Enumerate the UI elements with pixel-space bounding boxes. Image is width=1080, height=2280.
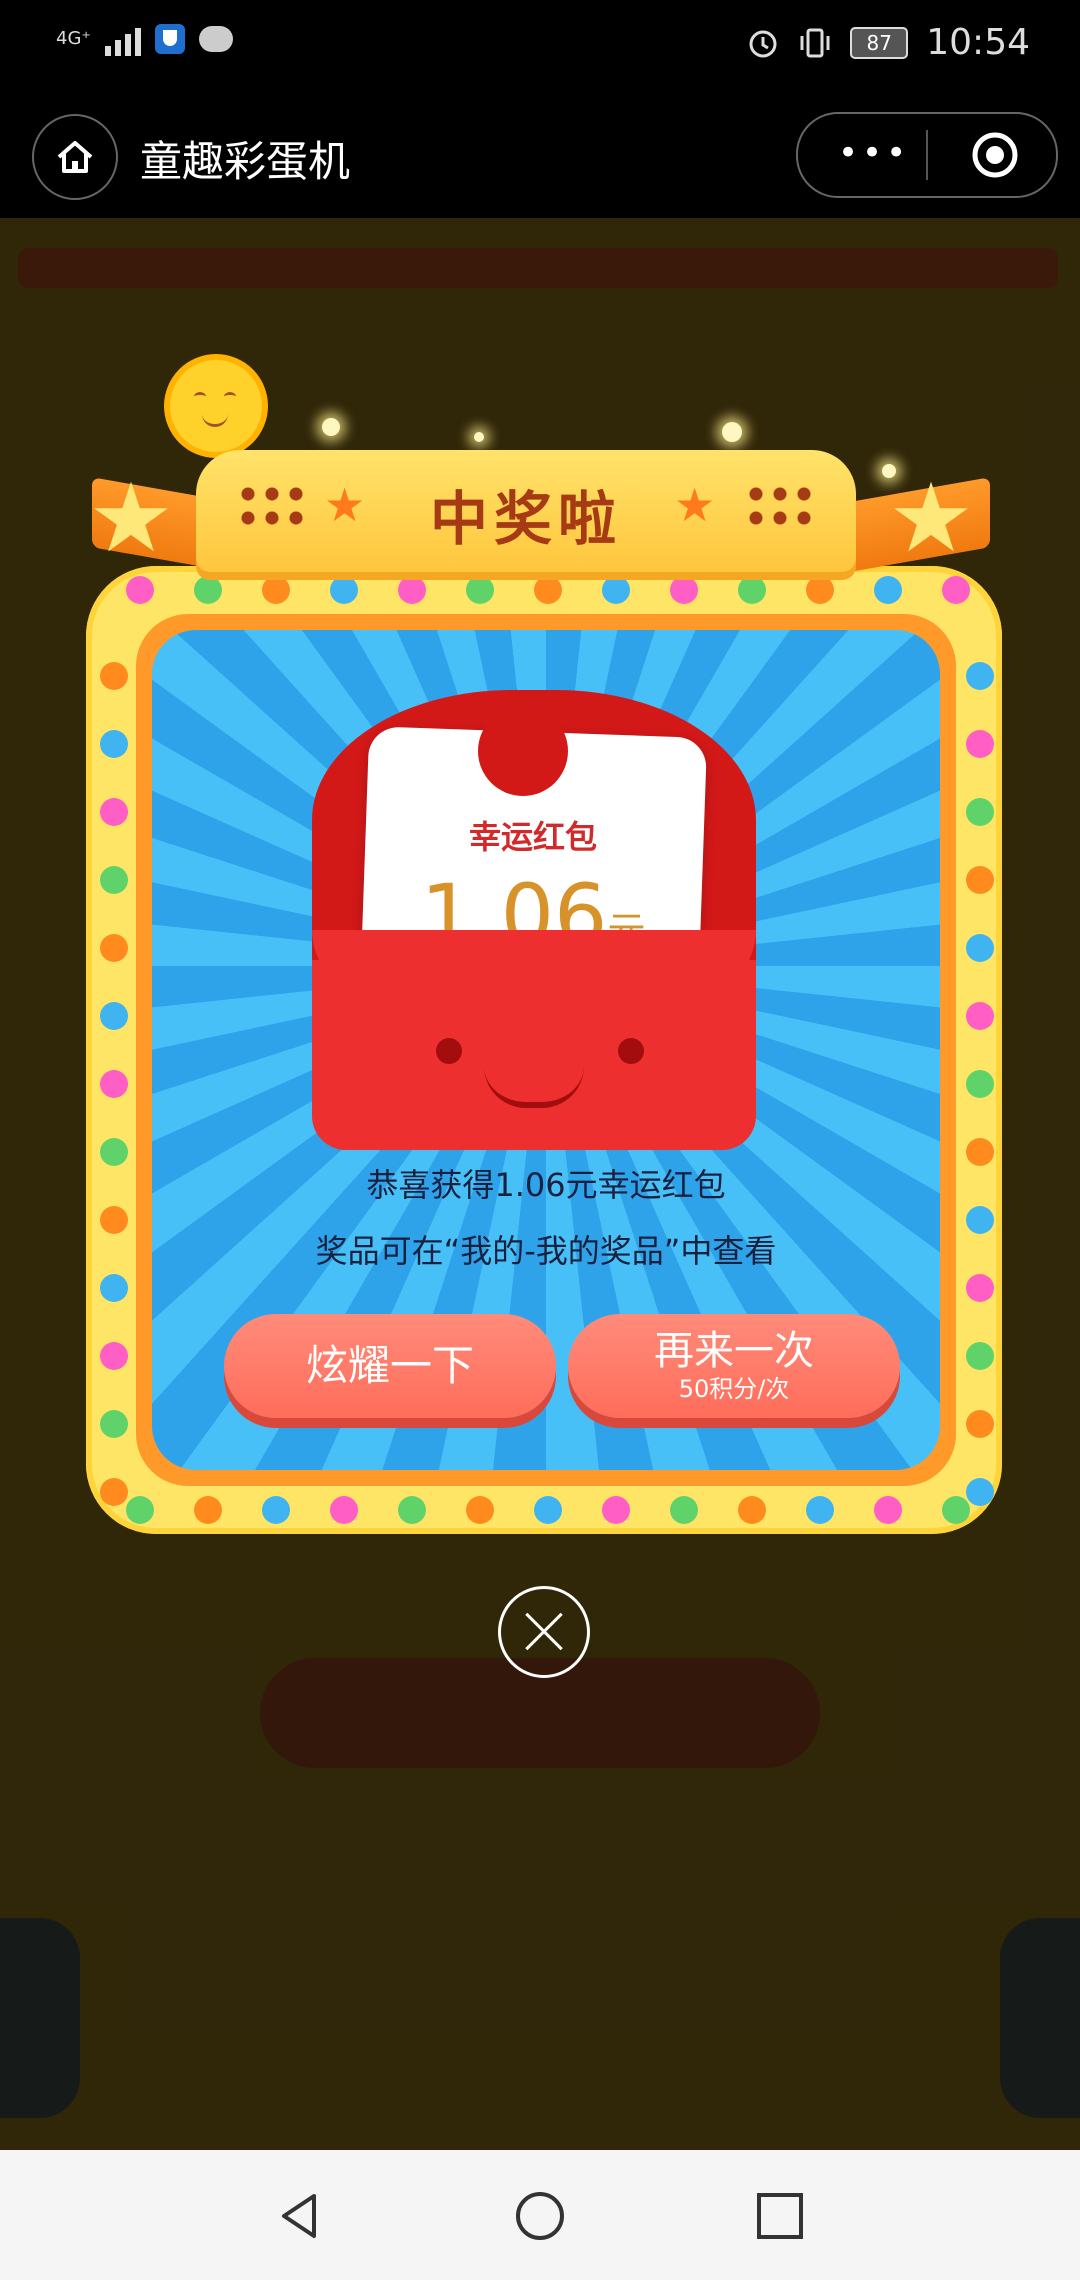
marquee-bulb (670, 1496, 698, 1524)
play-again-cost: 50积分/次 (678, 1375, 790, 1403)
star-icon: ★ (674, 478, 716, 532)
marquee-bulb (466, 576, 494, 604)
alarm-icon (749, 30, 777, 57)
status-bar: 4G⁺ 87 10:54 (0, 0, 1080, 92)
share-button-label: 炫耀一下 (305, 1341, 474, 1390)
marquee-bulb (966, 1274, 994, 1302)
marquee-bulb (398, 576, 426, 604)
battery-indicator: 87 (850, 26, 909, 59)
marquee-bulb (806, 576, 834, 604)
marquee-bulb (966, 1002, 994, 1030)
sun-icon (170, 360, 262, 452)
status-left: 4G⁺ (56, 22, 233, 56)
envelope-seal (478, 706, 568, 796)
marquee-bulb (100, 730, 128, 758)
marquee-bulb (100, 662, 128, 690)
capsule-divider (926, 130, 928, 180)
marquee-bulb (100, 1138, 128, 1166)
marquee-bulb (670, 576, 698, 604)
marquee-bulb (398, 1496, 426, 1524)
sparkle-icon (322, 418, 340, 436)
marquee-bulb (738, 1496, 766, 1524)
marquee-bulb (126, 1496, 154, 1524)
home-button[interactable] (32, 114, 118, 200)
marquee-bulb (194, 1496, 222, 1524)
marquee-bulb (534, 1496, 562, 1524)
marquee-bulb (966, 1070, 994, 1098)
marquee-bulb (126, 576, 154, 604)
star-icon: ★ (888, 462, 975, 574)
marquee-bulb (966, 866, 994, 894)
marquee-bulb (966, 934, 994, 962)
play-again-label: 再来一次 (654, 1328, 814, 1374)
marquee-bulb (100, 1070, 128, 1098)
network-type: 4G⁺ (56, 28, 91, 49)
shield-icon (154, 24, 185, 54)
marquee-bulb (806, 1496, 834, 1524)
marquee-bulb (966, 1478, 994, 1506)
home-icon (57, 141, 93, 173)
marquee-bulb (262, 1496, 290, 1524)
marquee-bulb (100, 798, 128, 826)
menu-capsule: ••• (796, 112, 1058, 198)
marquee-bulb (966, 1138, 994, 1166)
page-title: 童趣彩蛋机 (140, 137, 351, 186)
target-icon[interactable] (970, 130, 1020, 180)
dots-decoration (744, 482, 816, 530)
marquee-bulb (602, 1496, 630, 1524)
marquee-bulb (100, 1410, 128, 1438)
title-banner: ★ 中奖啦 ★ (196, 450, 856, 580)
play-again-button[interactable]: 再来一次 50积分/次 (568, 1314, 900, 1418)
vibrate-icon (800, 28, 830, 57)
congrats-message: 恭喜获得1.06元幸运红包 (366, 1166, 726, 1204)
card-title: 幸运红包 (468, 818, 597, 856)
prize-location-hint: 奖品可在“我的-我的奖品”中查看 (315, 1232, 777, 1270)
marquee-bulb (874, 576, 902, 604)
more-icon[interactable]: ••• (838, 136, 910, 170)
sparkle-icon (474, 432, 484, 442)
signal-icon (104, 22, 141, 56)
back-icon[interactable] (274, 2190, 326, 2242)
marquee-bulb (100, 1002, 128, 1030)
clock: 10:54 (926, 22, 1030, 63)
marquee-bulb (466, 1496, 494, 1524)
marquee-bulb (534, 576, 562, 604)
marquee-bulb (966, 662, 994, 690)
system-navigation-bar (0, 2150, 1080, 2280)
marquee-bulb (194, 576, 222, 604)
marquee-bulb (738, 576, 766, 604)
marquee-bulb (602, 576, 630, 604)
close-icon[interactable] (498, 1586, 590, 1678)
marquee-bulb (966, 1342, 994, 1370)
marquee-bulb (330, 1496, 358, 1524)
marquee-bulb (100, 1206, 128, 1234)
marquee-bulb (966, 1206, 994, 1234)
marquee-bulb (100, 1478, 128, 1506)
marquee-bulb (100, 1342, 128, 1370)
star-icon: ★ (88, 462, 175, 574)
marquee-bulb (100, 866, 128, 894)
marquee-bulb (100, 1274, 128, 1302)
envelope-eye-right (618, 1038, 644, 1064)
mini-program-nav-bar: 童趣彩蛋机 ••• (0, 92, 1080, 218)
marquee-bulb (966, 730, 994, 758)
marquee-bulb (330, 576, 358, 604)
marquee-bulb (942, 1496, 970, 1524)
share-button[interactable]: 炫耀一下 (224, 1314, 556, 1418)
marquee-bulb (100, 934, 128, 962)
circle-home-icon[interactable] (514, 2190, 566, 2242)
envelope-eye-left (436, 1038, 462, 1064)
marquee-bulb (262, 576, 290, 604)
marquee-bulb (966, 798, 994, 826)
message-icon (198, 26, 233, 52)
square-recent-icon[interactable] (754, 2190, 806, 2242)
status-right: 87 10:54 (746, 22, 1030, 63)
marquee-bulb (874, 1496, 902, 1524)
marquee-bulb (966, 1410, 994, 1438)
marquee-bulb (942, 576, 970, 604)
sparkle-icon (722, 422, 742, 442)
